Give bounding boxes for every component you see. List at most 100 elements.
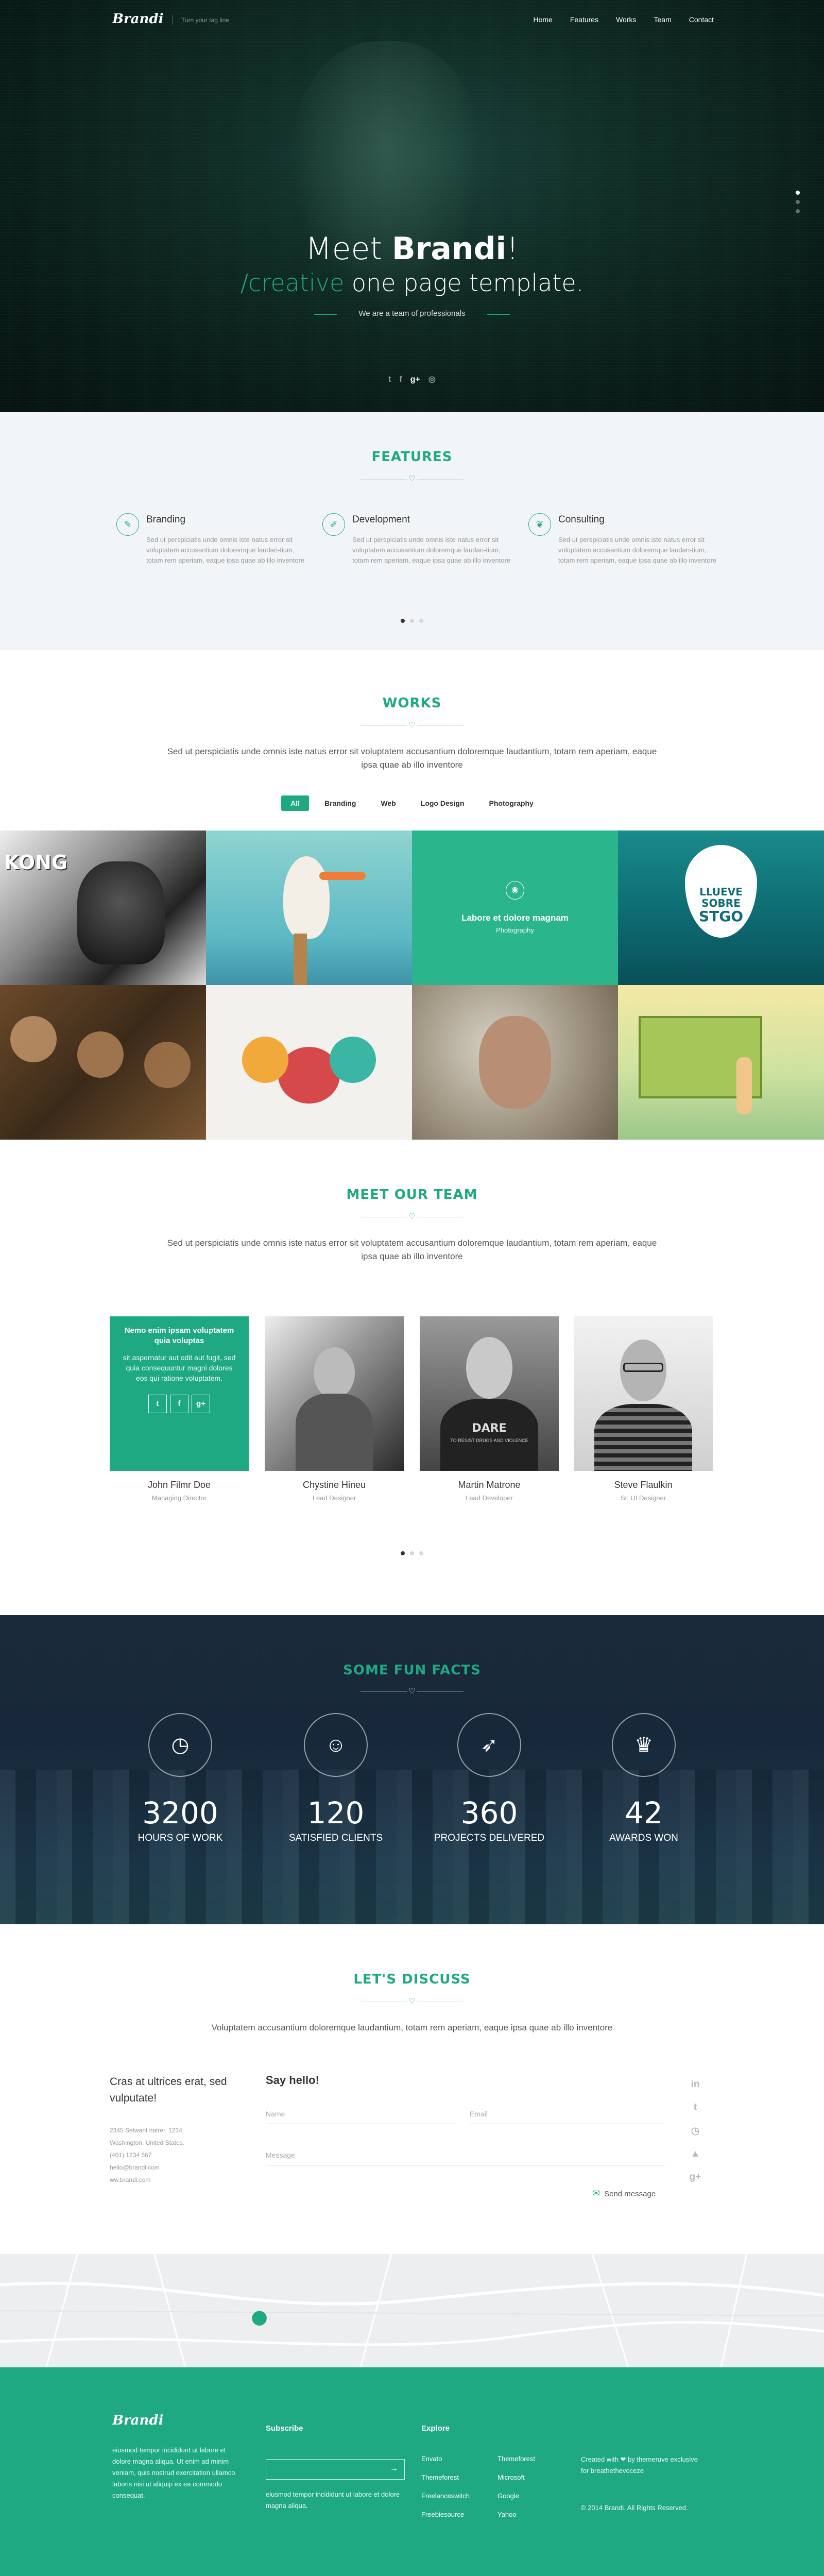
feature-title: Branding	[146, 514, 186, 525]
gorilla-shape	[77, 861, 165, 964]
works-filters: All Branding Web Logo Design Photography	[0, 795, 824, 811]
pen-icon: ✐	[322, 513, 345, 536]
footer-copyright: © 2014 Brandi. All Rights Reserved.	[581, 2504, 688, 2512]
filter-logo-design[interactable]: Logo Design	[411, 795, 474, 811]
feature-description: Sed ut perspiciatis unde omnis iste natu…	[558, 536, 717, 564]
page-dot[interactable]	[401, 619, 405, 623]
page-dot[interactable]	[410, 1551, 414, 1555]
fact-label: PROJECTS DELIVERED	[434, 1833, 545, 1843]
shirt-subtext: TO RESIST DRUGS AND VIOLENCE	[450, 1438, 528, 1443]
team-photo[interactable]	[574, 1316, 713, 1471]
page-dot[interactable]	[419, 1551, 423, 1555]
linkedin-icon[interactable]: in	[689, 2079, 701, 2090]
portfolio-item-soldiers[interactable]	[0, 985, 206, 1140]
shirt-shape	[440, 1399, 538, 1471]
face-shape	[10, 1016, 57, 1062]
features-pagination	[0, 616, 824, 625]
drop-text: LLUEVE SOBRE STGO	[698, 886, 744, 925]
footer-link[interactable]: Themeforest	[497, 2450, 535, 2468]
face-shape	[314, 1347, 355, 1399]
subscribe-input[interactable]: →	[266, 2459, 405, 2480]
team-subtitle: Sed ut perspiciatis unde omnis iste natu…	[167, 1238, 657, 1261]
map-pin-icon[interactable]: ⬤	[251, 2309, 267, 2326]
team-photo[interactable]	[265, 1316, 404, 1471]
filter-all[interactable]: All	[281, 795, 309, 811]
heart-icon: ♡	[407, 720, 417, 731]
nav-home[interactable]: Home	[533, 15, 552, 24]
facebook-icon[interactable]: f	[399, 375, 402, 384]
footer-link[interactable]: Microsoft	[497, 2468, 535, 2487]
face-shape	[77, 1031, 124, 1078]
post-shape	[294, 934, 307, 985]
nav-features[interactable]: Features	[570, 15, 598, 24]
filter-web[interactable]: Web	[371, 795, 405, 811]
footer-link[interactable]: Freebiesource	[421, 2505, 470, 2524]
message-field[interactable]: Message	[266, 2147, 665, 2165]
fact-number: 42	[625, 1795, 663, 1831]
portfolio-item-illustration[interactable]	[618, 985, 824, 1140]
footer-link[interactable]: Freelanceswitch	[421, 2487, 470, 2505]
page-dot[interactable]	[419, 619, 423, 623]
form-title: Say hello!	[266, 2074, 319, 2087]
twitter-icon[interactable]: t	[148, 1395, 167, 1413]
portfolio-item-eye[interactable]	[412, 985, 618, 1140]
body-shape	[296, 1394, 373, 1471]
email-link[interactable]: hello@brandi.com	[110, 2161, 184, 2174]
hero-tagline: We are a team of professionals	[358, 309, 466, 318]
google-plus-icon[interactable]: g+	[192, 1395, 210, 1413]
footer-link[interactable]: Yahoo	[497, 2505, 535, 2524]
send-message-button[interactable]: ✉ Send message	[592, 2188, 656, 2199]
feature-title: Consulting	[558, 514, 605, 525]
twitter-icon[interactable]: t	[388, 375, 391, 384]
filter-photography[interactable]: Photography	[480, 795, 543, 811]
facts-title: SOME FUN FACTS	[343, 1663, 481, 1678]
brush-icon: ✎	[116, 513, 139, 536]
email-field[interactable]: Email	[470, 2106, 665, 2124]
behance-icon[interactable]: ▲	[689, 2148, 701, 2160]
facebook-icon[interactable]: f	[170, 1395, 188, 1413]
arrow-right-icon[interactable]: →	[390, 2464, 398, 2473]
slider-dot[interactable]	[796, 200, 800, 204]
portfolio-item-pelican[interactable]	[206, 831, 412, 985]
main-nav: Home Features Works Team Contact	[516, 15, 714, 25]
portfolio-item-llueve[interactable]: LLUEVE SOBRE STGO	[618, 831, 824, 985]
site-logo[interactable]: Brandi	[112, 11, 163, 27]
view-eye-icon[interactable]: ◉	[506, 881, 524, 900]
heart-icon: ♡	[407, 1686, 417, 1697]
portfolio-item-monsters[interactable]	[206, 985, 412, 1140]
filter-branding[interactable]: Branding	[315, 795, 365, 811]
slider-dots	[796, 191, 800, 218]
google-plus-icon[interactable]: g+	[689, 2172, 701, 2183]
contact-title: LET'S DISCUSS	[353, 1972, 471, 1987]
portfolio-item-hover[interactable]: ◉ Labore et dolore magnam Photography	[412, 831, 618, 985]
name-field[interactable]: Name	[266, 2106, 456, 2124]
footer-link[interactable]: Google	[497, 2487, 535, 2505]
page-dot[interactable]	[401, 1551, 405, 1555]
fact-number: 360	[460, 1795, 518, 1831]
footer-link[interactable]: Themeforest	[421, 2468, 470, 2487]
website-link[interactable]: ww.brandi.com	[110, 2174, 184, 2186]
nav-team[interactable]: Team	[654, 15, 672, 24]
team-card-overlay[interactable]: Nemo enim ipsam voluptatem quia voluptas…	[110, 1316, 249, 1471]
footer-link[interactable]: Envato	[421, 2450, 470, 2468]
heart-icon: ♡	[407, 474, 417, 484]
work-title: Labore et dolore magnam	[461, 913, 569, 923]
nav-works[interactable]: Works	[616, 15, 636, 24]
nav-contact[interactable]: Contact	[689, 15, 714, 24]
overlay-text: sit aspernatur aut odit aut fugit, sed q…	[123, 1353, 236, 1382]
portfolio-item-kong[interactable]: KONG	[0, 831, 206, 985]
team-photo[interactable]: DARE TO RESIST DRUGS AND VIOLENCE	[420, 1316, 559, 1471]
google-plus-icon[interactable]: g+	[410, 375, 420, 384]
page-dot[interactable]	[410, 619, 414, 623]
fact-label: AWARDS WON	[609, 1833, 678, 1843]
member-name: Martin Matrone	[458, 1480, 521, 1490]
slider-dot[interactable]	[796, 191, 800, 195]
twitter-icon[interactable]: t	[689, 2102, 701, 2113]
dribbble-icon[interactable]: ◷	[689, 2125, 701, 2137]
contact-section: LET'S DISCUSS ♡ Voluptatem accusantium d…	[0, 1924, 824, 2254]
explore-list-1: Envato Themeforest Freelanceswitch Freebies…	[421, 2450, 470, 2524]
dribbble-icon[interactable]: ◎	[428, 375, 436, 384]
footer-logo[interactable]: Brandi	[112, 2413, 163, 2428]
slider-dot[interactable]	[796, 209, 800, 213]
map-area[interactable]: ⬤	[0, 2254, 824, 2367]
